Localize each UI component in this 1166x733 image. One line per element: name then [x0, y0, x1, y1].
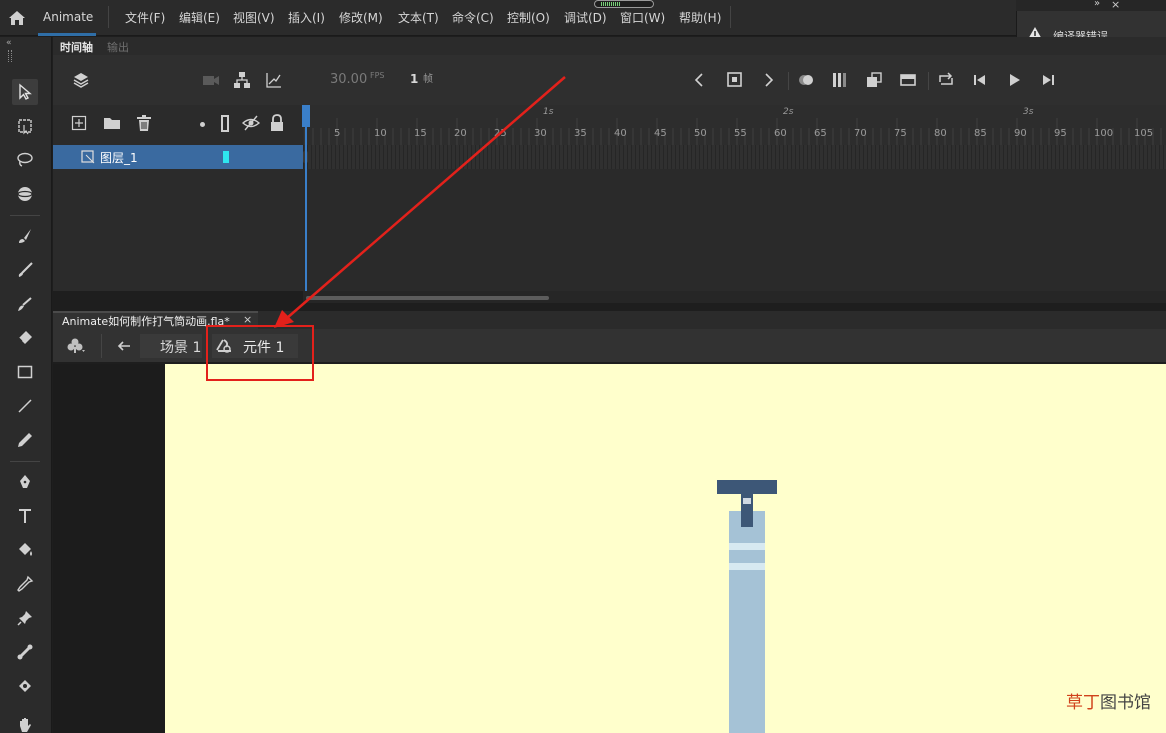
watermark: 草丁图书馆: [1066, 688, 1151, 713]
watermark-part-2: 图书馆: [1100, 693, 1151, 713]
watermark-part-1: 草丁: [1066, 693, 1100, 713]
annotation-arrow: [274, 76, 566, 328]
